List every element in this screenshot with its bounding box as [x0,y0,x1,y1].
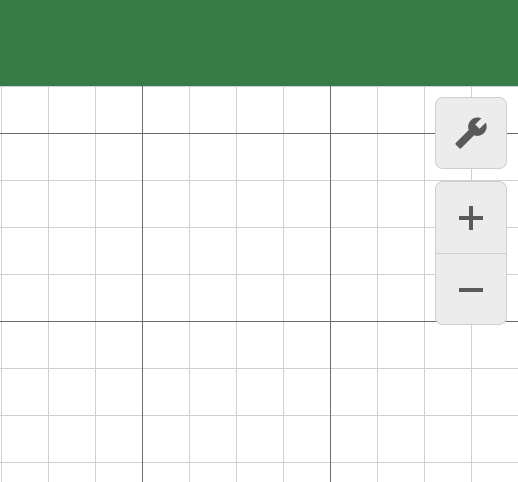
zoom-controls [435,181,507,325]
minus-icon [457,276,485,304]
settings-button[interactable] [435,97,507,169]
graphing-app [0,0,518,482]
top-header-bar [0,0,518,86]
plus-icon [457,204,485,232]
zoom-in-button[interactable] [436,182,506,254]
zoom-out-button[interactable] [436,254,506,324]
wrench-icon [454,116,488,150]
